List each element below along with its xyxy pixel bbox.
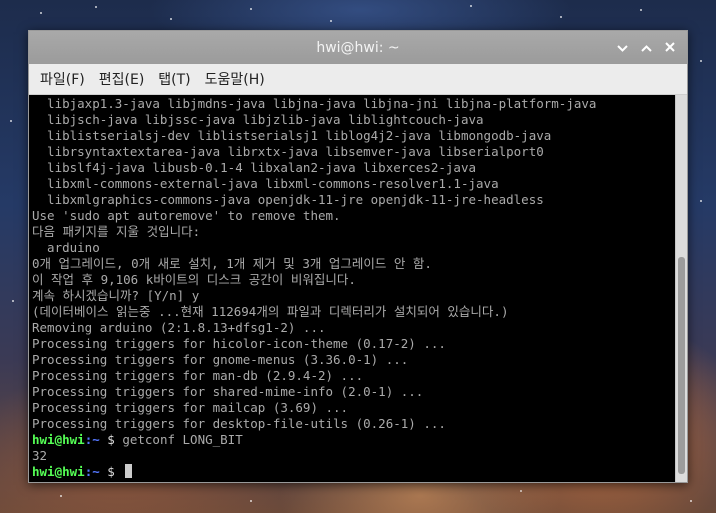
- prompt-symbol: $: [99, 432, 123, 447]
- text-cursor: [125, 464, 133, 478]
- terminal-area: libjaxp1.3-java libjmdns-java libjna-jav…: [29, 95, 687, 482]
- output-line: librsyntaxtextarea-java librxtx-java lib…: [32, 144, 544, 159]
- output-line: libxml-commons-external-java libxml-comm…: [32, 176, 499, 191]
- menu-file[interactable]: 파일(F): [33, 67, 92, 91]
- output-line: arduino: [32, 240, 100, 255]
- menu-bar: 파일(F) 편집(E) 탭(T) 도움말(H): [29, 64, 687, 95]
- window-title: hwi@hwi: ~: [316, 39, 400, 56]
- close-button[interactable]: [659, 37, 681, 59]
- output-line: libxmlgraphics-commons-java openjdk-11-j…: [32, 192, 544, 207]
- prompt-path: :~: [84, 464, 100, 479]
- command-text: getconf LONG_BIT: [122, 432, 243, 447]
- menu-tabs[interactable]: 탭(T): [151, 67, 197, 91]
- active-prompt-line: hwi@hwi:~ $: [32, 464, 675, 480]
- chevron-down-icon: [616, 40, 628, 56]
- menu-edit[interactable]: 편집(E): [92, 67, 152, 91]
- command-line: hwi@hwi:~ $ getconf LONG_BIT: [32, 432, 675, 448]
- output-line: Use 'sudo apt autoremove' to remove them…: [32, 208, 341, 223]
- prompt-user: hwi@hwi: [32, 464, 85, 479]
- output-line: Processing triggers for hicolor-icon-the…: [32, 336, 446, 351]
- vertical-scrollbar[interactable]: [675, 95, 687, 482]
- maximize-button[interactable]: [635, 37, 657, 59]
- menu-help[interactable]: 도움말(H): [198, 67, 272, 91]
- output-line: Processing triggers for man-db (2.9.4-2)…: [32, 368, 364, 383]
- output-line: 계속 하시겠습니까? [Y/n] y: [32, 288, 200, 303]
- output-line: Processing triggers for gnome-menus (3.3…: [32, 352, 409, 367]
- output-line: liblistserialsj-dev liblistserialsj1 lib…: [32, 128, 552, 143]
- prompt-symbol: $: [99, 464, 123, 479]
- terminal-window: hwi@hwi: ~ 파일(F) 편집(E) 탭(T) 도움말(H) libja…: [28, 30, 688, 483]
- command-output: 32: [32, 448, 48, 463]
- window-controls: [611, 31, 681, 64]
- terminal-output[interactable]: libjaxp1.3-java libjmdns-java libjna-jav…: [29, 95, 675, 482]
- minimize-button[interactable]: [611, 37, 633, 59]
- close-icon: [665, 40, 675, 56]
- scrollbar-thumb[interactable]: [678, 257, 685, 474]
- output-line: libjaxp1.3-java libjmdns-java libjna-jav…: [32, 96, 597, 111]
- output-line: 0개 업그레이드, 0개 새로 설치, 1개 제거 및 3개 업그레이드 안 함…: [32, 256, 432, 271]
- output-line: Processing triggers for desktop-file-uti…: [32, 416, 446, 431]
- output-line: 다음 패키지를 지울 것입니다:: [32, 224, 201, 239]
- output-line: 이 작업 후 9,106 k바이트의 디스크 공간이 비워집니다.: [32, 272, 356, 287]
- output-line: Processing triggers for shared-mime-info…: [32, 384, 424, 399]
- chevron-up-icon: [640, 40, 652, 56]
- output-line: libjsch-java libjssc-java libjzlib-java …: [32, 112, 484, 127]
- title-bar[interactable]: hwi@hwi: ~: [29, 31, 687, 64]
- output-line: Processing triggers for mailcap (3.69) .…: [32, 400, 349, 415]
- output-line: (데이터베이스 읽는중 ...현재 112694개의 파일과 디렉터리가 설치되…: [32, 304, 509, 319]
- output-line: libslf4j-java libusb-0.1-4 libxalan2-jav…: [32, 160, 477, 175]
- prompt-user: hwi@hwi: [32, 432, 85, 447]
- output-line: Removing arduino (2:1.8.13+dfsg1-2) ...: [32, 320, 326, 335]
- prompt-path: :~: [84, 432, 100, 447]
